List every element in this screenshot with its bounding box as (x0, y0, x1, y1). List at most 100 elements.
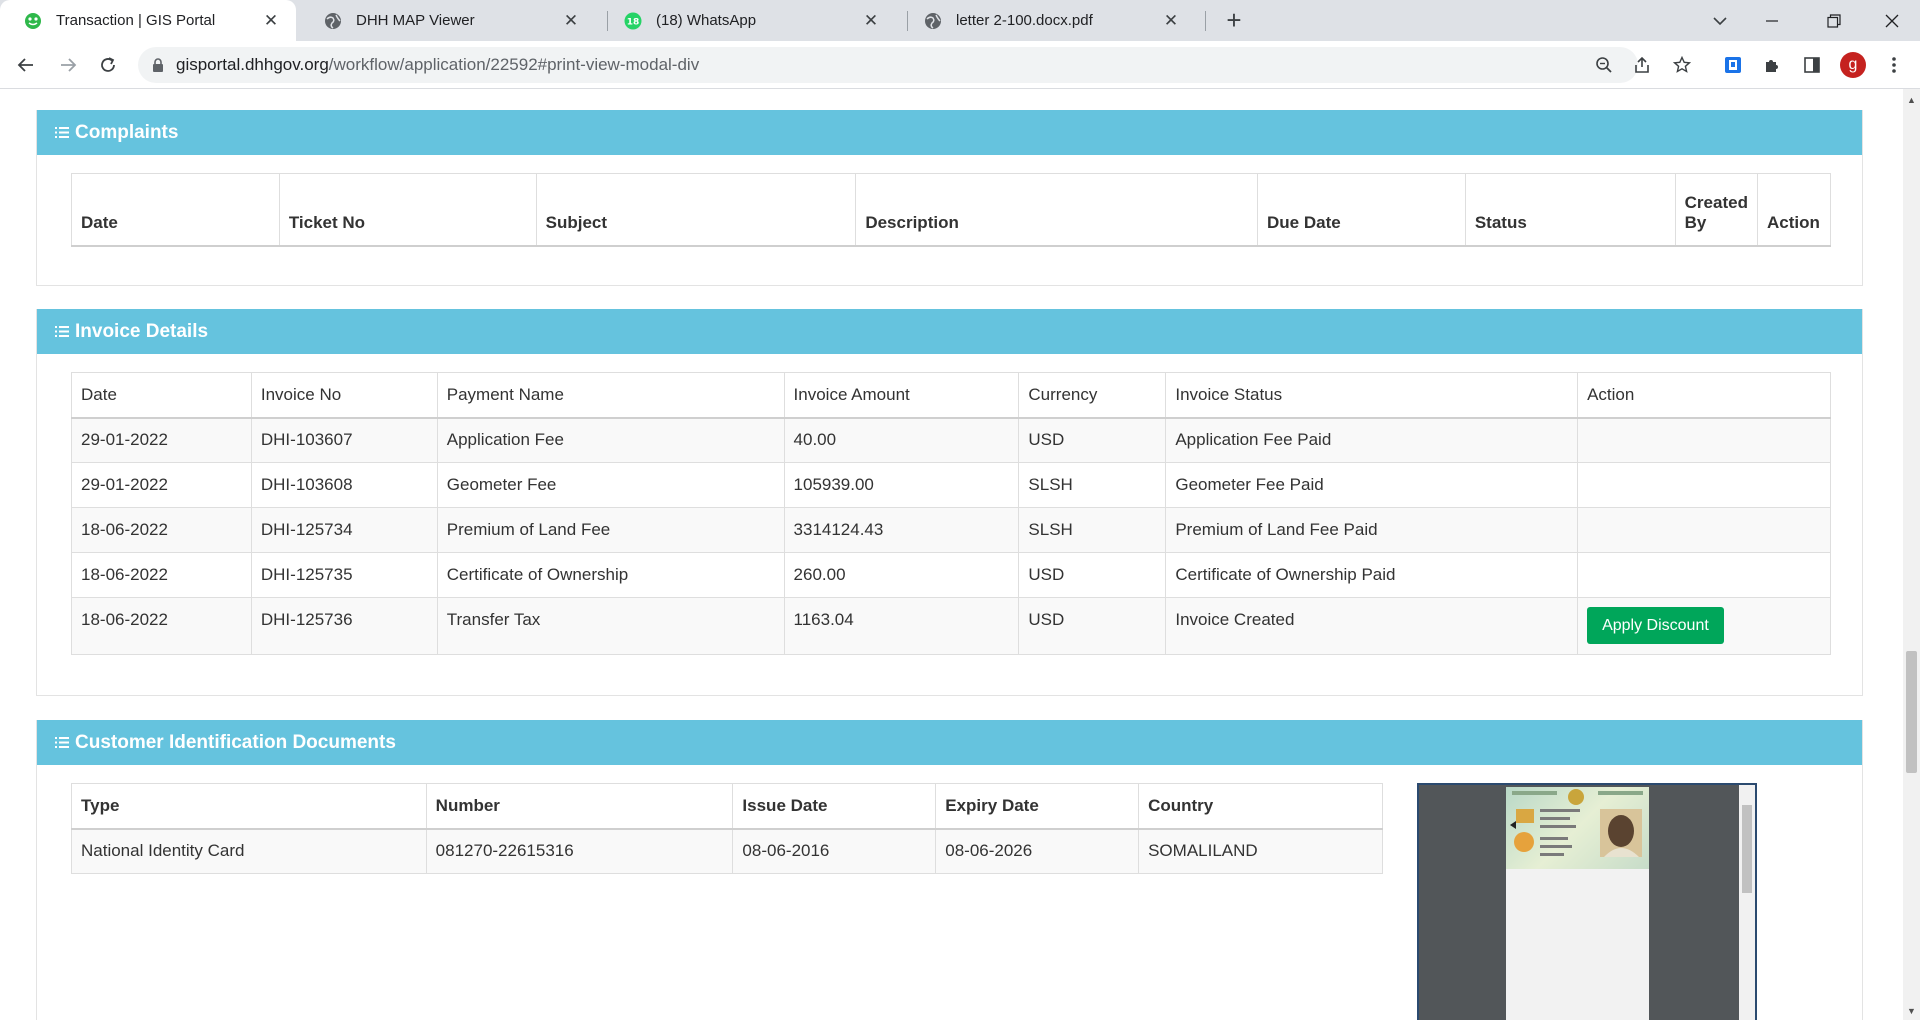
tab-dhh-map-viewer[interactable]: DHH MAP Viewer ✕ (300, 0, 596, 41)
cell-number: 081270-22615316 (425, 828, 734, 874)
back-button[interactable] (10, 49, 42, 81)
column-header[interactable]: Date (71, 372, 252, 419)
table-row: 29-01-2022 DHI-103608 Geometer Fee 10593… (71, 462, 1831, 508)
list-icon (55, 736, 69, 749)
column-header[interactable]: Due Date (1257, 173, 1466, 247)
complaints-table: Date Ticket No Subject Description Due D… (71, 173, 1832, 247)
minimize-icon (1766, 19, 1778, 22)
cell-payment-name: Transfer Tax (436, 597, 785, 655)
zoom-icon[interactable] (1590, 51, 1618, 79)
reload-button[interactable] (92, 49, 124, 81)
tab-separator (1205, 11, 1206, 31)
restore-button[interactable] (1808, 0, 1860, 41)
column-header[interactable]: Description (855, 173, 1258, 247)
cell-currency: USD (1018, 597, 1167, 655)
column-header[interactable]: Action (1577, 372, 1831, 419)
extension-icon[interactable] (1719, 51, 1747, 79)
cell-amount: 260.00 (783, 552, 1020, 598)
scroll-down-icon[interactable]: ▼ (1903, 1004, 1920, 1018)
scroll-up-icon[interactable]: ▲ (1903, 93, 1920, 107)
chevron-down-icon (1713, 16, 1727, 25)
document-page (1506, 787, 1649, 1020)
customer-identification-panel: Customer Identification Documents Type N… (36, 720, 1863, 1020)
close-window-button[interactable] (1866, 0, 1918, 41)
cell-action: Apply Discount (1577, 597, 1831, 655)
column-header[interactable]: Created By (1674, 173, 1758, 247)
cell-invoice-no: DHI-125735 (250, 552, 438, 598)
cell-expiry-date: 08-06-2026 (935, 828, 1140, 874)
globe-icon (324, 12, 342, 30)
column-header[interactable]: Ticket No (278, 173, 537, 247)
cell-currency: USD (1018, 552, 1167, 598)
minimize-button[interactable] (1746, 0, 1798, 41)
tab-letter-pdf[interactable]: letter 2-100.docx.pdf ✕ (900, 0, 1196, 41)
document-preview[interactable] (1417, 783, 1757, 1020)
cell-amount: 105939.00 (783, 462, 1020, 508)
lock-icon (152, 57, 164, 73)
address-bar[interactable]: gisportal.dhhgov.org/workflow/applicatio… (138, 47, 1638, 83)
bookmark-star-icon[interactable] (1668, 51, 1696, 79)
cell-date: 29-01-2022 (71, 417, 252, 463)
column-header[interactable]: Date (71, 173, 280, 247)
close-icon[interactable]: ✕ (860, 10, 882, 32)
panel-title: Customer Identification Documents (75, 731, 396, 753)
column-header[interactable]: Currency (1018, 372, 1167, 419)
cell-action (1577, 417, 1831, 463)
panel-title: Invoice Details (75, 320, 209, 342)
cell-amount: 1163.04 (783, 597, 1020, 655)
puzzle-icon[interactable] (1758, 51, 1786, 79)
tab-whatsapp[interactable]: 18 (18) WhatsApp ✕ (600, 0, 896, 41)
column-header[interactable]: Invoice Amount (783, 372, 1020, 419)
invoice-details-panel: Invoice Details Date Invoice No Payment … (36, 309, 1863, 696)
identification-table: Type Number Issue Date Expiry Date Count… (71, 783, 1383, 874)
page-scrollbar[interactable]: ▲ ▼ (1903, 89, 1920, 1020)
page-scroll-thumb[interactable] (1906, 651, 1917, 773)
cell-issue-date: 08-06-2016 (732, 828, 937, 874)
column-header[interactable]: Invoice Status (1165, 372, 1579, 419)
column-header[interactable]: Number (425, 783, 734, 830)
column-header[interactable]: Country (1138, 783, 1383, 830)
tab-search-button[interactable] (1694, 0, 1746, 41)
close-icon[interactable]: ✕ (560, 10, 582, 32)
share-icon[interactable] (1628, 51, 1656, 79)
url-host: gisportal.dhhgov.org (176, 55, 329, 74)
table-row: 18-06-2022 DHI-125736 Transfer Tax 1163.… (71, 597, 1831, 655)
column-header[interactable]: Payment Name (436, 372, 785, 419)
cell-status: Invoice Created (1165, 597, 1579, 655)
column-header[interactable]: Expiry Date (935, 783, 1140, 830)
invoice-details-header: Invoice Details (37, 309, 1862, 354)
side-panel-icon[interactable] (1798, 51, 1826, 79)
cell-action (1577, 552, 1831, 598)
kebab-menu-icon[interactable] (1880, 51, 1908, 79)
complaints-panel: Complaints Date Ticket No Subject Descri… (36, 110, 1863, 286)
close-icon (1885, 14, 1899, 27)
close-icon[interactable]: ✕ (260, 10, 282, 32)
column-header[interactable]: Issue Date (732, 783, 937, 830)
column-header[interactable]: Status (1464, 173, 1676, 247)
whatsapp-icon: 18 (624, 12, 642, 30)
cell-type: National Identity Card (71, 828, 427, 874)
reload-icon (101, 57, 115, 72)
cell-status: Application Fee Paid (1165, 417, 1579, 463)
close-icon[interactable]: ✕ (1160, 10, 1182, 32)
tab-transaction-gis-portal[interactable]: Transaction | GIS Portal ✕ (0, 0, 296, 41)
column-header[interactable]: Subject (535, 173, 857, 247)
cell-amount: 3314124.43 (783, 507, 1020, 553)
cell-amount: 40.00 (783, 417, 1020, 463)
new-tab-button[interactable]: + (1220, 7, 1248, 35)
table-row: 18-06-2022 DHI-125735 Certificate of Own… (71, 552, 1831, 598)
gis-portal-icon (24, 12, 42, 30)
column-header[interactable]: Type (71, 783, 427, 830)
apply-discount-button[interactable]: Apply Discount (1587, 607, 1724, 644)
document-scrollbar[interactable] (1739, 785, 1755, 1020)
cell-country: SOMALILAND (1138, 828, 1383, 874)
tab-title: (18) WhatsApp (656, 12, 757, 29)
column-header[interactable]: Invoice No (250, 372, 438, 419)
column-header[interactable]: Action (1756, 173, 1832, 247)
cell-status: Premium of Land Fee Paid (1165, 507, 1579, 553)
profile-avatar[interactable]: g (1840, 52, 1866, 78)
forward-button[interactable] (52, 49, 84, 81)
cell-invoice-no: DHI-125736 (250, 597, 438, 655)
document-scroll-thumb[interactable] (1742, 805, 1752, 893)
browser-toolbar: gisportal.dhhgov.org/workflow/applicatio… (0, 41, 1920, 89)
